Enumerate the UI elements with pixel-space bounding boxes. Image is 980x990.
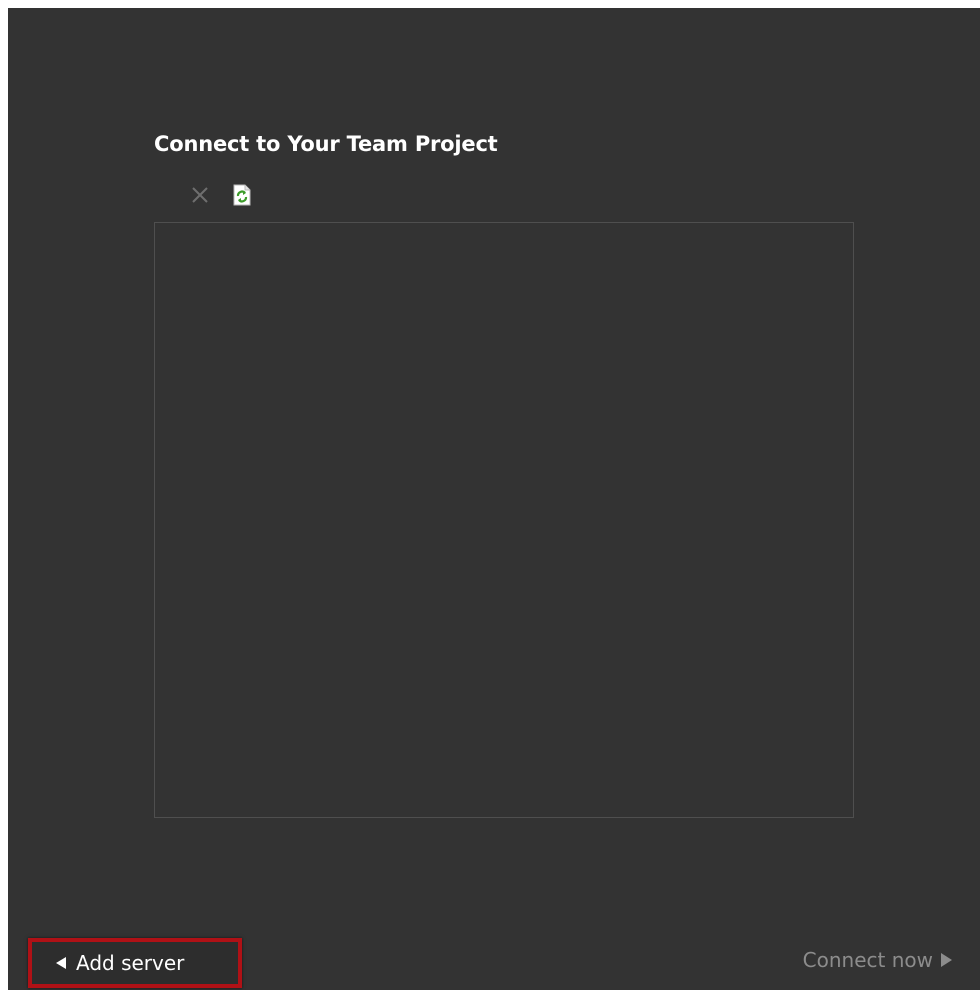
team-project-list[interactable] [154,222,854,818]
project-toolbar [188,180,254,210]
add-server-label: Add server [76,951,185,975]
connect-now-button[interactable]: Connect now [803,942,952,978]
arrow-left-icon [56,957,66,969]
dialog-title: Connect to Your Team Project [154,132,498,156]
arrow-right-icon [941,953,952,967]
refresh-button[interactable] [230,183,254,207]
remove-button[interactable] [188,183,212,207]
connect-dialog: Connect to Your Team Project Add server … [8,8,980,990]
refresh-icon [233,184,251,206]
close-icon [192,187,208,203]
connect-now-label: Connect now [802,948,933,972]
add-server-button[interactable]: Add server [28,938,242,988]
